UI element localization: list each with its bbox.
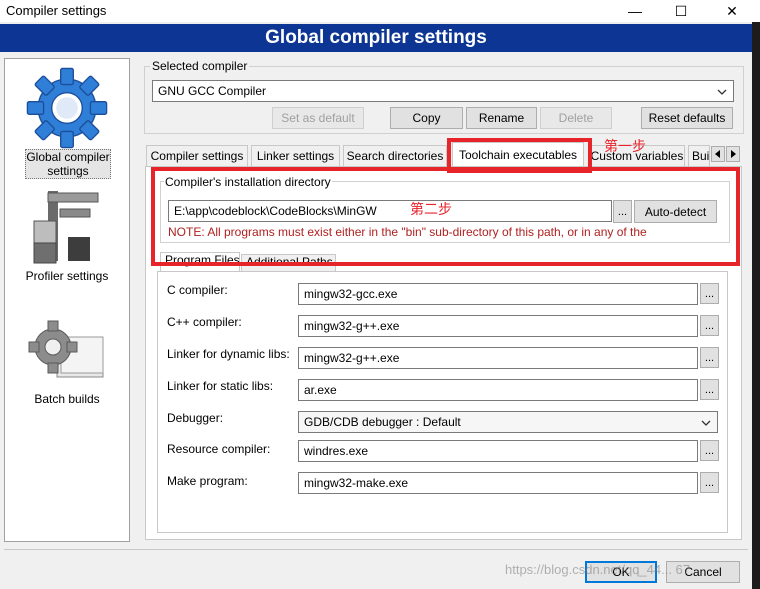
static-linker-browse-button[interactable]: ...: [700, 379, 719, 400]
debugger-select[interactable]: GDB/CDB debugger : Default: [298, 411, 718, 433]
settings-sidebar: Global compiler settings Profiler settin…: [4, 58, 130, 542]
compiler-select-value: GNU GCC Compiler: [158, 84, 267, 98]
cpp-compiler-label: C++ compiler:: [167, 315, 242, 329]
background-edge: [752, 22, 760, 589]
settings-banner: Global compiler settings: [0, 24, 752, 52]
resource-compiler-input[interactable]: windres.exe: [298, 440, 698, 462]
tab-scroll-left-button[interactable]: [711, 146, 725, 162]
cpp-compiler-browse-button[interactable]: ...: [700, 315, 719, 336]
reset-defaults-button[interactable]: Reset defaults: [641, 107, 733, 129]
chevron-down-icon: [717, 89, 727, 95]
debugger-select-value: GDB/CDB debugger : Default: [304, 415, 461, 429]
c-compiler-browse-button[interactable]: ...: [700, 283, 719, 304]
resource-compiler-label: Resource compiler:: [167, 442, 271, 456]
tab-linker-settings[interactable]: Linker settings: [251, 145, 340, 166]
arrow-left-icon: [715, 150, 720, 158]
maximize-button[interactable]: ☐: [658, 0, 704, 22]
make-program-value: mingw32-make.exe: [304, 476, 409, 490]
sidebar-item-label: Batch builds: [34, 392, 100, 406]
static-linker-value: ar.exe: [304, 383, 337, 397]
minimize-button[interactable]: —: [612, 0, 658, 22]
sidebar-item-label: Profiler settings: [25, 269, 109, 283]
static-linker-input[interactable]: ar.exe: [298, 379, 698, 401]
watermark: https://blog.csdn.net/qq_44... 67: [505, 562, 691, 577]
debugger-label: Debugger:: [167, 411, 224, 425]
dynamic-linker-value: mingw32-g++.exe: [304, 351, 400, 365]
footer-divider: [4, 549, 748, 550]
make-program-input[interactable]: mingw32-make.exe: [298, 472, 698, 494]
tab-compiler-settings[interactable]: Compiler settings: [146, 145, 248, 166]
sidebar-item-profiler[interactable]: Profiler settings: [5, 187, 129, 287]
copy-button[interactable]: Copy: [390, 107, 463, 129]
sidebar-item-label: Global compiler settings: [25, 149, 111, 179]
tab-build[interactable]: Bui: [688, 145, 710, 166]
set-default-button[interactable]: Set as default: [272, 107, 364, 129]
dynamic-linker-label: Linker for dynamic libs:: [167, 347, 290, 361]
title-bar: Compiler settings — ☐ ✕: [0, 0, 760, 22]
sidebar-item-batch-builds[interactable]: Batch builds: [5, 317, 129, 407]
selected-compiler-label: Selected compiler: [150, 59, 250, 73]
close-button[interactable]: ✕: [704, 0, 760, 22]
resource-compiler-value: windres.exe: [304, 444, 369, 458]
arrow-right-icon: [731, 150, 736, 158]
tab-search-directories[interactable]: Search directories: [343, 145, 447, 166]
c-compiler-value: mingw32-gcc.exe: [304, 287, 398, 301]
batch-gear-icon: [28, 320, 104, 378]
cpp-compiler-input[interactable]: mingw32-g++.exe: [298, 315, 698, 337]
resource-compiler-browse-button[interactable]: ...: [700, 440, 719, 461]
rename-button[interactable]: Rename: [466, 107, 537, 129]
compiler-select[interactable]: GNU GCC Compiler: [152, 80, 734, 102]
chevron-down-icon: [701, 420, 711, 426]
make-program-label: Make program:: [167, 474, 248, 488]
dynamic-linker-input[interactable]: mingw32-g++.exe: [298, 347, 698, 369]
c-compiler-input[interactable]: mingw32-gcc.exe: [298, 283, 698, 305]
caliper-icon: [33, 191, 99, 264]
gear-icon: [26, 67, 108, 149]
c-compiler-label: C compiler:: [167, 283, 228, 297]
delete-button[interactable]: Delete: [540, 107, 612, 129]
step1-annotation: 第一步: [604, 139, 646, 155]
sidebar-item-global-compiler[interactable]: Global compiler settings: [5, 61, 129, 179]
step2-annotation: 第二步: [410, 202, 452, 218]
cpp-compiler-value: mingw32-g++.exe: [304, 319, 400, 333]
make-program-browse-button[interactable]: ...: [700, 472, 719, 493]
tab-scroll-right-button[interactable]: [726, 146, 740, 162]
static-linker-label: Linker for static libs:: [167, 379, 274, 393]
window-title: Compiler settings: [6, 3, 107, 18]
dynamic-linker-browse-button[interactable]: ...: [700, 347, 719, 368]
